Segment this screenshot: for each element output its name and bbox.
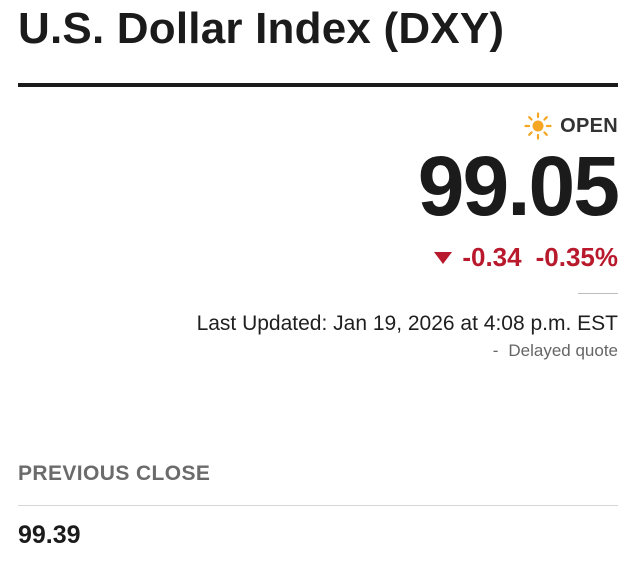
- down-triangle-icon: [434, 251, 453, 264]
- market-status: OPEN: [524, 112, 618, 140]
- title-divider: [18, 83, 618, 87]
- divider: [578, 293, 618, 294]
- page-title: U.S. Dollar Index (DXY): [18, 4, 505, 53]
- change-value: -0.34: [462, 242, 522, 272]
- price-change: -0.34 -0.35%: [434, 242, 618, 273]
- previous-close-divider: [18, 505, 618, 506]
- delayed-quote-note: - Delayed quote: [493, 341, 618, 361]
- previous-close-label: PREVIOUS CLOSE: [18, 462, 211, 485]
- change-percent: -0.35%: [535, 242, 618, 272]
- previous-close-value: 99.39: [18, 521, 81, 549]
- last-updated: Last Updated: Jan 19, 2026 at 4:08 p.m. …: [196, 312, 618, 335]
- market-status-label: OPEN: [560, 114, 618, 137]
- delayed-separator: -: [492, 341, 499, 360]
- current-price: 99.05: [417, 139, 620, 233]
- delayed-label: Delayed quote: [508, 341, 618, 360]
- sun-icon: [524, 112, 552, 140]
